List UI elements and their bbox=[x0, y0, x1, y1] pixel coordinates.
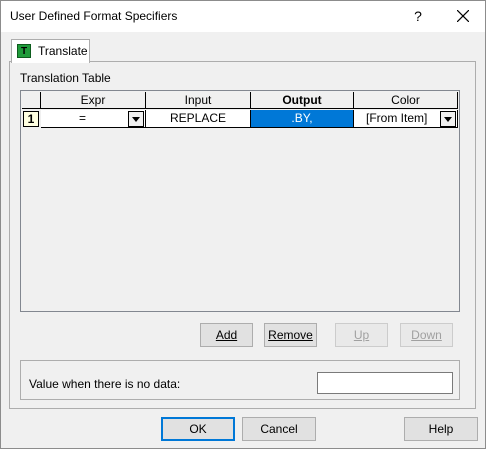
output-cell[interactable]: .BY, bbox=[251, 110, 354, 128]
close-icon bbox=[457, 10, 469, 22]
translate-icon: T bbox=[17, 44, 31, 58]
cancel-button[interactable]: Cancel bbox=[242, 417, 316, 441]
tab-translate[interactable]: T Translate bbox=[11, 39, 90, 63]
nodata-value-field[interactable] bbox=[317, 372, 453, 394]
expr-dropdown-icon[interactable] bbox=[128, 111, 144, 127]
grid-corner-cell bbox=[22, 92, 41, 109]
ok-button[interactable]: OK bbox=[161, 417, 235, 441]
up-button-label: Up bbox=[353, 328, 370, 342]
add-button-label: Add bbox=[215, 328, 238, 342]
remove-button[interactable]: Remove bbox=[264, 323, 317, 347]
close-button[interactable] bbox=[448, 5, 478, 27]
column-header-color[interactable]: Color bbox=[354, 92, 458, 109]
help-title-button[interactable]: ? bbox=[403, 5, 433, 27]
remove-button-label: Remove bbox=[268, 328, 313, 342]
up-button[interactable]: Up bbox=[335, 323, 388, 347]
help-button[interactable]: Help bbox=[404, 417, 478, 441]
translation-table-label: Translation Table bbox=[20, 71, 111, 85]
tab-label: Translate bbox=[38, 44, 88, 58]
column-header-expr[interactable]: Expr bbox=[41, 92, 146, 109]
input-cell[interactable]: REPLACE bbox=[146, 110, 251, 128]
color-dropdown-icon[interactable] bbox=[440, 111, 456, 127]
row-number[interactable]: 1 bbox=[23, 111, 39, 127]
down-button[interactable]: Down bbox=[400, 323, 453, 347]
nodata-label: Value when there is no data: bbox=[29, 377, 181, 391]
expr-value: = bbox=[79, 111, 87, 125]
color-value: [From Item] bbox=[366, 111, 428, 125]
column-header-input[interactable]: Input bbox=[146, 92, 251, 109]
add-button[interactable]: Add bbox=[200, 323, 253, 347]
column-header-output[interactable]: Output bbox=[251, 92, 354, 109]
title-bar: User Defined Format Specifiers ? bbox=[1, 1, 485, 32]
down-button-label: Down bbox=[411, 328, 442, 342]
window-title: User Defined Format Specifiers bbox=[10, 9, 178, 23]
